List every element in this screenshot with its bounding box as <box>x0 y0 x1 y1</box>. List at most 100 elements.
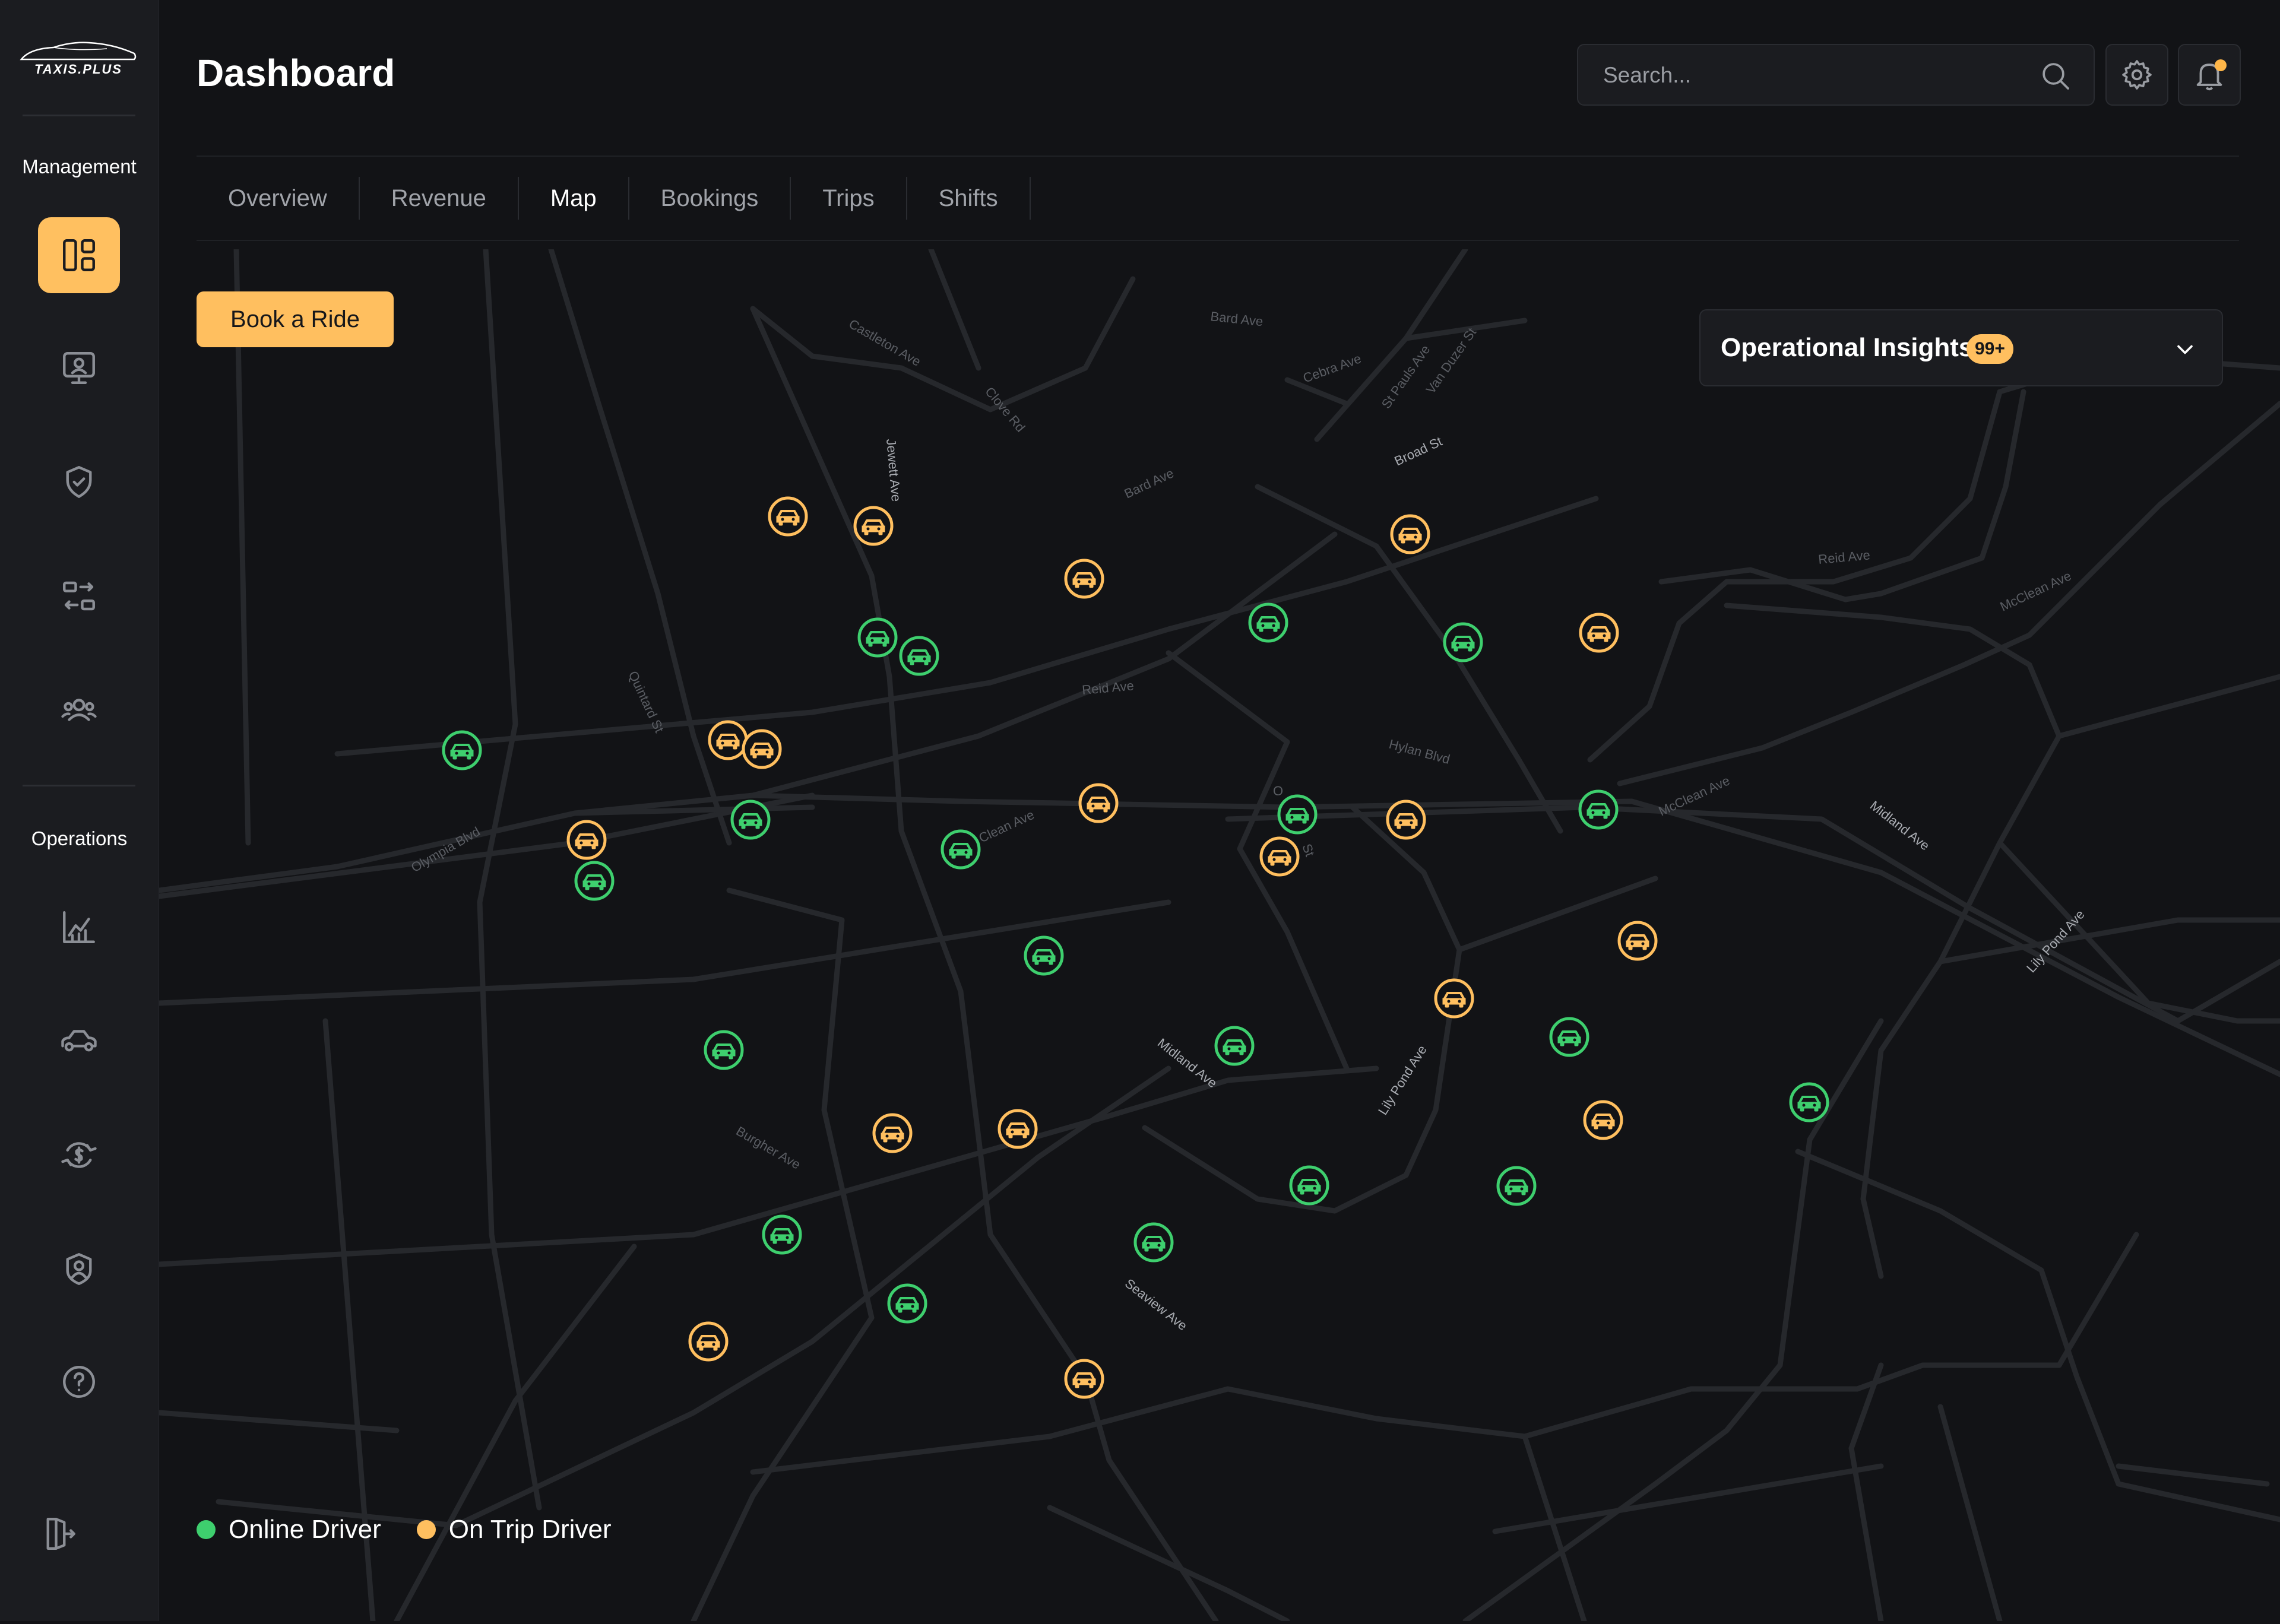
online-driver-marker[interactable] <box>1248 602 1288 643</box>
driver-markers <box>442 496 1829 1399</box>
sidebar: TAXIS.PLUS Management Operations <box>0 0 159 1621</box>
section-label-management: Management <box>22 156 137 177</box>
online-dot <box>197 1520 216 1539</box>
sidebar-item-monitor[interactable] <box>38 330 120 406</box>
on-trip-dot <box>416 1520 436 1539</box>
tab-bar: Overview Revenue Map Bookings Trips Shif… <box>197 156 1031 241</box>
online-driver-marker[interactable] <box>1549 1017 1589 1057</box>
on-trip-driver-marker[interactable] <box>998 1109 1038 1149</box>
street-label: Midland Ave <box>1867 798 1933 853</box>
street-label: Midland Ave <box>1155 1035 1220 1090</box>
tab-bookings[interactable]: Bookings <box>629 177 791 220</box>
online-driver-marker[interactable] <box>1496 1166 1537 1206</box>
tab-trips[interactable]: Trips <box>791 177 907 220</box>
online-driver-marker[interactable] <box>1789 1082 1829 1122</box>
map-legend: Online Driver On Trip Driver <box>197 1515 647 1544</box>
user-circle-icon <box>66 1253 92 1285</box>
notifications-button[interactable] <box>2178 44 2241 106</box>
street-label: McClean Ave <box>1998 568 2074 614</box>
sidebar-item-profile[interactable] <box>38 1231 120 1307</box>
section-label-operations: Operations <box>31 827 128 849</box>
online-driver-marker[interactable] <box>1289 1165 1329 1206</box>
settings-button[interactable] <box>2105 44 2168 106</box>
logo-text: TAXIS.PLUS <box>34 62 122 77</box>
on-trip-driver-marker[interactable] <box>742 729 782 769</box>
street-network <box>156 246 2280 1624</box>
sidebar-divider <box>23 785 135 786</box>
on-trip-driver-marker[interactable] <box>1579 613 1619 653</box>
map-canvas[interactable]: Castleton Ave Clove Rd Jewett Ave Bard A… <box>156 246 2280 1624</box>
sidebar-item-payments[interactable] <box>38 1117 120 1193</box>
online-driver-marker[interactable] <box>730 800 771 840</box>
tab-overview[interactable]: Overview <box>197 177 360 220</box>
street-label: Reid Ave <box>1081 678 1135 697</box>
online-driver-marker[interactable] <box>1277 794 1318 835</box>
search-icon[interactable] <box>2039 59 2072 93</box>
online-driver-marker[interactable] <box>704 1030 744 1070</box>
street-label: Reid Ave <box>1817 547 1871 567</box>
on-trip-driver-marker[interactable] <box>1617 921 1658 961</box>
tab-revenue[interactable]: Revenue <box>360 177 519 220</box>
sidebar-item-analytics[interactable] <box>38 889 120 965</box>
insights-title: Operational Insights <box>1721 333 1974 362</box>
taxis-plus-logo[interactable]: TAXIS.PLUS <box>18 36 140 83</box>
dashboard-icon <box>63 239 95 271</box>
gear-icon <box>2122 60 2152 90</box>
operational-insights-dropdown[interactable]: Operational Insights 99+ <box>1699 309 2223 386</box>
users-icon <box>61 699 97 721</box>
online-driver-marker[interactable] <box>857 617 898 658</box>
online-driver-marker[interactable] <box>574 861 615 901</box>
street-label: Lily Pond Ave <box>1375 1043 1430 1118</box>
page-title: Dashboard <box>197 52 395 94</box>
search-input[interactable] <box>1602 45 2032 106</box>
online-driver-marker[interactable] <box>899 636 939 676</box>
online-driver-marker[interactable] <box>1024 935 1064 976</box>
sidebar-item-vehicles[interactable] <box>38 1003 120 1079</box>
legend-online-label: Online Driver <box>229 1515 381 1544</box>
online-driver-marker[interactable] <box>1133 1222 1174 1263</box>
book-ride-button[interactable]: Book a Ride <box>197 291 394 347</box>
chevron-down-icon[interactable] <box>2172 337 2198 363</box>
tabs-bottom-border <box>197 240 2239 241</box>
on-trip-driver-marker[interactable] <box>708 720 748 760</box>
tab-map[interactable]: Map <box>519 177 629 220</box>
online-driver-marker[interactable] <box>1443 622 1483 662</box>
on-trip-driver-marker[interactable] <box>1078 783 1119 823</box>
on-trip-driver-marker[interactable] <box>872 1113 913 1153</box>
sidebar-item-users[interactable] <box>38 672 120 748</box>
driver-map[interactable]: Castleton Ave Clove Rd Jewett Ave Bard A… <box>156 246 2280 1624</box>
online-driver-marker[interactable] <box>1578 789 1619 830</box>
logout-button[interactable] <box>24 1496 95 1572</box>
online-driver-marker[interactable] <box>762 1214 802 1255</box>
sidebar-item-transfers[interactable] <box>38 558 120 634</box>
online-driver-marker[interactable] <box>940 829 981 870</box>
sidebar-item-help[interactable] <box>38 1344 120 1420</box>
online-driver-marker[interactable] <box>1214 1026 1255 1066</box>
online-driver-marker[interactable] <box>442 730 482 770</box>
on-trip-driver-marker[interactable] <box>1064 559 1104 599</box>
transfer-icon <box>63 581 95 611</box>
legend-online: Online Driver <box>197 1515 381 1544</box>
on-trip-driver-marker[interactable] <box>1064 1359 1104 1399</box>
street-label: Seaview Ave <box>1122 1276 1190 1333</box>
sidebar-item-security[interactable] <box>38 444 120 520</box>
on-trip-driver-marker[interactable] <box>1390 514 1430 554</box>
tab-shifts[interactable]: Shifts <box>907 177 1031 220</box>
on-trip-driver-marker[interactable] <box>768 496 808 537</box>
on-trip-driver-marker[interactable] <box>688 1321 729 1362</box>
on-trip-driver-marker[interactable] <box>1583 1100 1623 1140</box>
logout-icon <box>46 1518 75 1550</box>
on-trip-driver-marker[interactable] <box>566 820 607 860</box>
street-label: Broad St <box>1392 434 1445 469</box>
on-trip-driver-marker[interactable] <box>1386 800 1426 840</box>
search-box[interactable] <box>1577 44 2095 106</box>
on-trip-driver-marker[interactable] <box>1434 978 1474 1019</box>
online-driver-marker[interactable] <box>887 1283 927 1324</box>
on-trip-driver-marker[interactable] <box>1259 836 1300 877</box>
shield-check-icon <box>66 466 92 498</box>
sidebar-item-dashboard[interactable] <box>38 217 120 293</box>
on-trip-driver-marker[interactable] <box>853 506 894 546</box>
street-label: Jewett Ave <box>884 438 904 502</box>
street-label: Bard Ave <box>1122 465 1176 501</box>
street-label: Cebra Ave <box>1301 351 1363 385</box>
